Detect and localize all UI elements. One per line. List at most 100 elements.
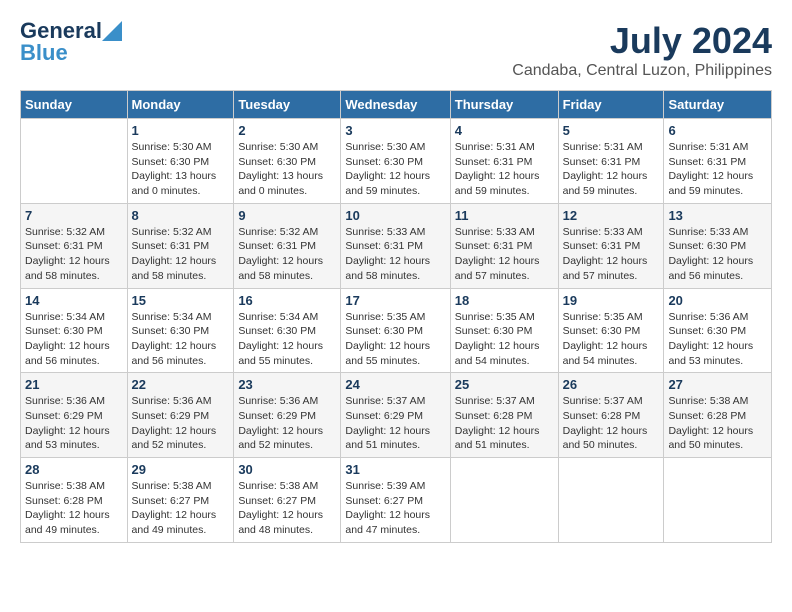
calendar-cell: 11 Sunrise: 5:33 AMSunset: 6:31 PMDayligh…: [450, 203, 558, 288]
day-info: Sunrise: 5:31 AMSunset: 6:31 PMDaylight:…: [668, 140, 767, 199]
day-number: 31: [345, 462, 445, 477]
calendar-cell: 28 Sunrise: 5:38 AMSunset: 6:28 PMDayligh…: [21, 458, 128, 543]
day-info: Sunrise: 5:33 AMSunset: 6:31 PMDaylight:…: [563, 225, 660, 284]
calendar-title: July 2024: [512, 20, 772, 62]
day-number: 10: [345, 208, 445, 223]
calendar-table: Sunday Monday Tuesday Wednesday Thursday…: [20, 90, 772, 543]
calendar-cell: 26Sunrise: 5:37 AMSunset: 6:28 PMDayligh…: [558, 373, 664, 458]
day-number: 22: [132, 377, 230, 392]
day-info: Sunrise: 5:30 AMSunset: 6:30 PMDaylight:…: [238, 140, 336, 199]
day-number: 17: [345, 293, 445, 308]
day-number: 21: [25, 377, 123, 392]
day-number: 27: [668, 377, 767, 392]
day-info: Sunrise: 5:39 AMSunset: 6:27 PMDaylight:…: [345, 479, 445, 538]
calendar-cell: 19 Sunrise: 5:35 AMSunset: 6:30 PMDayligh…: [558, 288, 664, 373]
day-number: 8: [132, 208, 230, 223]
day-info: Sunrise: 5:36 AMSunset: 6:29 PMDaylight:…: [238, 394, 336, 453]
day-number: 4: [455, 123, 554, 138]
day-number: 28: [25, 462, 123, 477]
calendar-cell: 13 Sunrise: 5:33 AMSunset: 6:30 PMDayligh…: [664, 203, 772, 288]
calendar-cell: 1 Sunrise: 5:30 AMSunset: 6:30 PMDaylight…: [127, 119, 234, 204]
day-info: Sunrise: 5:31 AMSunset: 6:31 PMDaylight:…: [563, 140, 660, 199]
day-number: 14: [25, 293, 123, 308]
header-monday: Monday: [127, 91, 234, 119]
calendar-cell: 20Sunrise: 5:36 AMSunset: 6:30 PMDayligh…: [664, 288, 772, 373]
page-header: General Blue July 2024 Candaba, Central …: [20, 20, 772, 80]
day-info: Sunrise: 5:38 AMSunset: 6:28 PMDaylight:…: [668, 394, 767, 453]
calendar-cell: 9 Sunrise: 5:32 AMSunset: 6:31 PMDaylight…: [234, 203, 341, 288]
day-number: 18: [455, 293, 554, 308]
logo-general: General: [20, 20, 102, 42]
day-number: 25: [455, 377, 554, 392]
day-info: Sunrise: 5:33 AMSunset: 6:31 PMDaylight:…: [345, 225, 445, 284]
calendar-cell: 15Sunrise: 5:34 AMSunset: 6:30 PMDayligh…: [127, 288, 234, 373]
day-info: Sunrise: 5:37 AMSunset: 6:28 PMDaylight:…: [563, 394, 660, 453]
calendar-cell: 27 Sunrise: 5:38 AMSunset: 6:28 PMDayligh…: [664, 373, 772, 458]
day-number: 12: [563, 208, 660, 223]
calendar-cell: 25 Sunrise: 5:37 AMSunset: 6:28 PMDayligh…: [450, 373, 558, 458]
day-info: Sunrise: 5:34 AMSunset: 6:30 PMDaylight:…: [238, 310, 336, 369]
week-row-4: 21 Sunrise: 5:36 AMSunset: 6:29 PMDayligh…: [21, 373, 772, 458]
day-number: 20: [668, 293, 767, 308]
calendar-cell: 22 Sunrise: 5:36 AMSunset: 6:29 PMDayligh…: [127, 373, 234, 458]
calendar-cell: [21, 119, 128, 204]
day-info: Sunrise: 5:30 AMSunset: 6:30 PMDaylight:…: [132, 140, 230, 199]
day-info: Sunrise: 5:32 AMSunset: 6:31 PMDaylight:…: [238, 225, 336, 284]
header-tuesday: Tuesday: [234, 91, 341, 119]
day-info: Sunrise: 5:38 AMSunset: 6:28 PMDaylight:…: [25, 479, 123, 538]
calendar-cell: 17 Sunrise: 5:35 AMSunset: 6:30 PMDayligh…: [341, 288, 450, 373]
day-number: 6: [668, 123, 767, 138]
calendar-cell: 3Sunrise: 5:30 AMSunset: 6:30 PMDaylight…: [341, 119, 450, 204]
day-info: Sunrise: 5:35 AMSunset: 6:30 PMDaylight:…: [563, 310, 660, 369]
week-row-2: 7 Sunrise: 5:32 AMSunset: 6:31 PMDaylight…: [21, 203, 772, 288]
day-info: Sunrise: 5:31 AMSunset: 6:31 PMDaylight:…: [455, 140, 554, 199]
title-block: July 2024 Candaba, Central Luzon, Philip…: [512, 20, 772, 80]
day-info: Sunrise: 5:34 AMSunset: 6:30 PMDaylight:…: [132, 310, 230, 369]
calendar-cell: 6 Sunrise: 5:31 AMSunset: 6:31 PMDaylight…: [664, 119, 772, 204]
day-number: 13: [668, 208, 767, 223]
calendar-cell: 2 Sunrise: 5:30 AMSunset: 6:30 PMDaylight…: [234, 119, 341, 204]
day-number: 23: [238, 377, 336, 392]
day-number: 19: [563, 293, 660, 308]
day-info: Sunrise: 5:32 AMSunset: 6:31 PMDaylight:…: [132, 225, 230, 284]
day-number: 1: [132, 123, 230, 138]
logo-triangle-icon: [102, 21, 122, 41]
calendar-cell: 30Sunrise: 5:38 AMSunset: 6:27 PMDayligh…: [234, 458, 341, 543]
header-sunday: Sunday: [21, 91, 128, 119]
header-wednesday: Wednesday: [341, 91, 450, 119]
day-number: 9: [238, 208, 336, 223]
header-saturday: Saturday: [664, 91, 772, 119]
day-info: Sunrise: 5:33 AMSunset: 6:30 PMDaylight:…: [668, 225, 767, 284]
calendar-cell: 21 Sunrise: 5:36 AMSunset: 6:29 PMDayligh…: [21, 373, 128, 458]
day-info: Sunrise: 5:35 AMSunset: 6:30 PMDaylight:…: [345, 310, 445, 369]
calendar-cell: 10 Sunrise: 5:33 AMSunset: 6:31 PMDayligh…: [341, 203, 450, 288]
calendar-cell: 29 Sunrise: 5:38 AMSunset: 6:27 PMDayligh…: [127, 458, 234, 543]
calendar-cell: [664, 458, 772, 543]
calendar-cell: 5Sunrise: 5:31 AMSunset: 6:31 PMDaylight…: [558, 119, 664, 204]
day-number: 2: [238, 123, 336, 138]
day-info: Sunrise: 5:37 AMSunset: 6:29 PMDaylight:…: [345, 394, 445, 453]
day-info: Sunrise: 5:32 AMSunset: 6:31 PMDaylight:…: [25, 225, 123, 284]
logo-blue: Blue: [20, 42, 68, 64]
calendar-cell: 18 Sunrise: 5:35 AMSunset: 6:30 PMDayligh…: [450, 288, 558, 373]
day-info: Sunrise: 5:36 AMSunset: 6:29 PMDaylight:…: [25, 394, 123, 453]
day-info: Sunrise: 5:35 AMSunset: 6:30 PMDaylight:…: [455, 310, 554, 369]
calendar-cell: [558, 458, 664, 543]
calendar-cell: 23 Sunrise: 5:36 AMSunset: 6:29 PMDayligh…: [234, 373, 341, 458]
calendar-cell: [450, 458, 558, 543]
day-number: 7: [25, 208, 123, 223]
calendar-cell: 4 Sunrise: 5:31 AMSunset: 6:31 PMDaylight…: [450, 119, 558, 204]
calendar-cell: 16 Sunrise: 5:34 AMSunset: 6:30 PMDayligh…: [234, 288, 341, 373]
day-info: Sunrise: 5:37 AMSunset: 6:28 PMDaylight:…: [455, 394, 554, 453]
week-row-1: 1 Sunrise: 5:30 AMSunset: 6:30 PMDaylight…: [21, 119, 772, 204]
header-thursday: Thursday: [450, 91, 558, 119]
day-info: Sunrise: 5:38 AMSunset: 6:27 PMDaylight:…: [132, 479, 230, 538]
calendar-cell: 7 Sunrise: 5:32 AMSunset: 6:31 PMDaylight…: [21, 203, 128, 288]
header-friday: Friday: [558, 91, 664, 119]
day-number: 3: [345, 123, 445, 138]
day-number: 16: [238, 293, 336, 308]
day-number: 11: [455, 208, 554, 223]
day-number: 29: [132, 462, 230, 477]
day-info: Sunrise: 5:33 AMSunset: 6:31 PMDaylight:…: [455, 225, 554, 284]
day-info: Sunrise: 5:36 AMSunset: 6:29 PMDaylight:…: [132, 394, 230, 453]
